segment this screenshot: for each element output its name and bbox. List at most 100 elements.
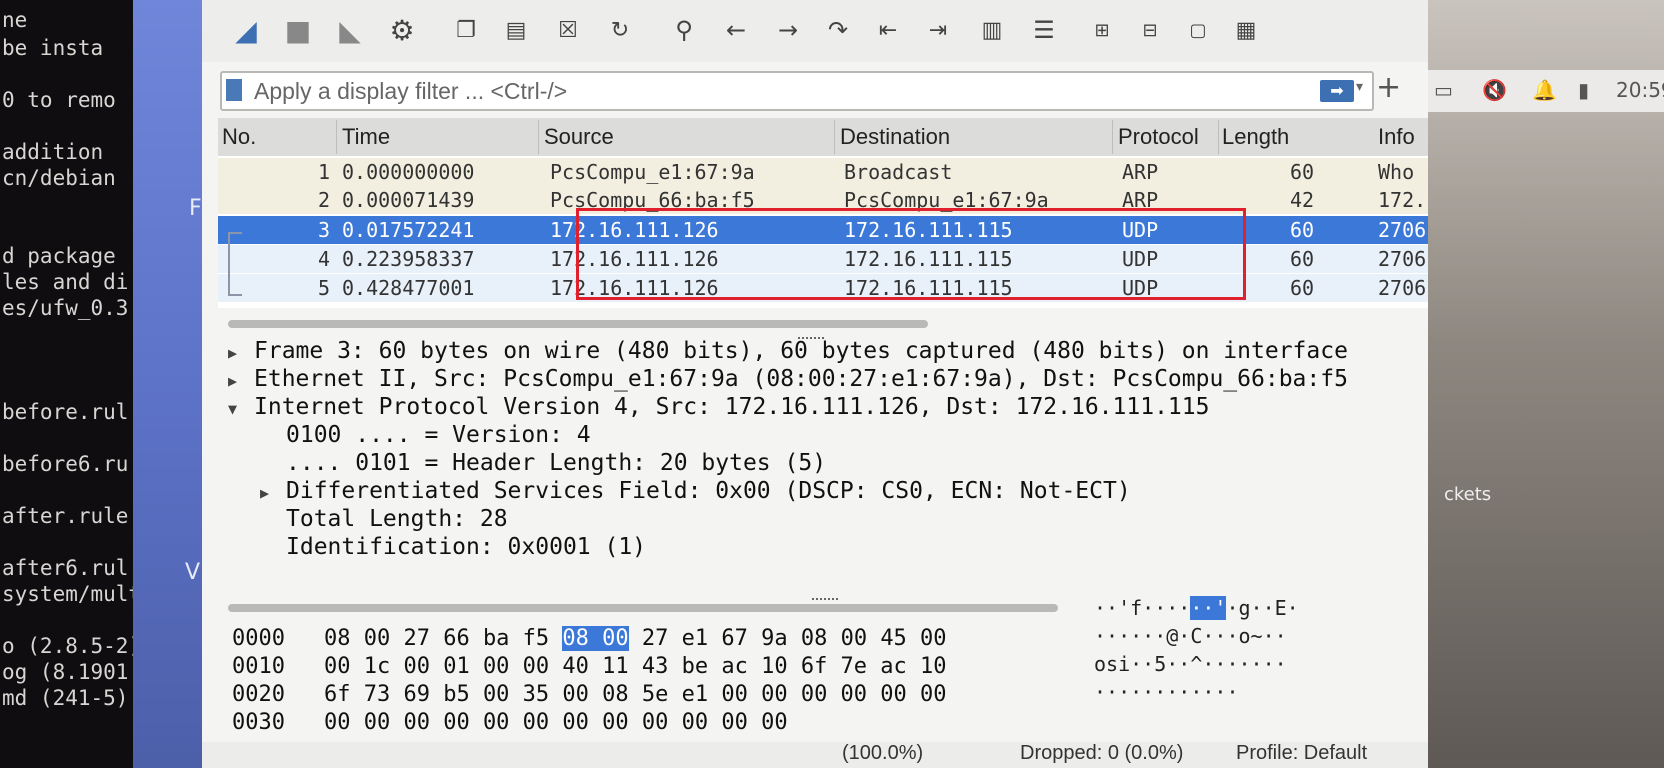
- column-source[interactable]: Source: [544, 124, 614, 150]
- ascii-row[interactable]: ············: [1094, 680, 1239, 704]
- column-time[interactable]: Time: [342, 124, 390, 150]
- byte-row[interactable]: 0030 00 00 00 00 00 00 00 00 00 00 00 00: [232, 710, 788, 735]
- terminal-line: og (8.1901.: [2, 660, 135, 684]
- go-to-packet-icon[interactable]: ↷: [818, 10, 858, 50]
- hex-bytes: 08 00 27 66 ba f5: [324, 626, 563, 651]
- packet-info: 172.: [1378, 188, 1427, 212]
- tree-item-frame[interactable]: ▶ Frame 3: 60 bytes on wire (480 bits), 6…: [228, 338, 1348, 364]
- main-toolbar: ◢ ■ ◣ ⚙ ❐ ▤ ☒ ↻ ⚲ ← → ↷ ⇤ ⇥ ▥ ☰ ⊞ ⊟ ▢ ▦: [202, 0, 1428, 62]
- packet-length: 60: [1290, 218, 1315, 242]
- open-file-icon[interactable]: ❐: [446, 10, 486, 50]
- tree-item-identification[interactable]: Identification: 0x0001 (1): [286, 534, 646, 560]
- normal-size-icon[interactable]: ▢: [1178, 10, 1218, 50]
- zoom-out-icon[interactable]: ⊟: [1130, 10, 1170, 50]
- ascii-row[interactable]: ··'f······'·g··E·: [1094, 596, 1299, 620]
- close-file-icon[interactable]: ☒: [548, 10, 588, 50]
- resize-columns-icon[interactable]: ▦: [1226, 10, 1266, 50]
- autoscroll-icon[interactable]: ▥: [972, 10, 1012, 50]
- annotation-highlight-box: [576, 208, 1246, 300]
- terminal-line: ne: [2, 8, 28, 32]
- battery-icon[interactable]: ▮: [1578, 78, 1589, 102]
- chevron-right-icon[interactable]: ▶: [260, 484, 286, 502]
- display-filter-input[interactable]: [252, 75, 1256, 107]
- chevron-right-icon[interactable]: ▶: [228, 344, 254, 362]
- last-packet-icon[interactable]: ⇥: [918, 10, 958, 50]
- status-packets-tail: (100.0%): [842, 742, 924, 764]
- byte-offset: 0000: [232, 626, 285, 651]
- terminal-line: before6.ru: [2, 452, 129, 476]
- go-forward-icon[interactable]: →: [768, 10, 808, 50]
- window-icon[interactable]: ▭: [1434, 78, 1453, 102]
- display-filter-bar: ➡ ▾: [220, 71, 1374, 111]
- packet-length: 60: [1290, 160, 1315, 184]
- terminal-line: be insta: [2, 36, 104, 60]
- zoom-in-icon[interactable]: ⊞: [1082, 10, 1122, 50]
- column-length[interactable]: Length: [1222, 124, 1289, 150]
- byte-row[interactable]: 0020 6f 73 69 b5 00 35 00 08 5e e1 00 00 …: [232, 682, 947, 707]
- terminal-line: after6.rul: [2, 556, 129, 580]
- tree-item-label: Ethernet II, Src: PcsCompu_e1:67:9a (08:…: [254, 366, 1348, 392]
- bell-icon[interactable]: 🔔: [1532, 78, 1557, 102]
- desktop-background: Fi VB: [133, 0, 215, 768]
- bookmark-icon[interactable]: [226, 79, 242, 101]
- column-info[interactable]: Info: [1378, 124, 1415, 150]
- tree-item-dsfield[interactable]: ▶ Differentiated Services Field: 0x00 (DS…: [260, 478, 1131, 504]
- column-no[interactable]: No.: [222, 124, 256, 150]
- tree-item-total-length[interactable]: Total Length: 28: [286, 506, 508, 532]
- hex-bytes: 00 00 00 00 00 00 00 00 00 00 00 00: [324, 710, 788, 735]
- terminal-line: cn/debian: [2, 166, 116, 190]
- terminal-line: md (241-5): [2, 686, 129, 710]
- hex-bytes: 6f 73 69 b5 00 35 00 08 5e e1 00 00 00 0…: [324, 682, 947, 707]
- apply-filter-icon[interactable]: ➡: [1320, 80, 1354, 102]
- packet-time: 0.000000000: [342, 160, 475, 184]
- status-bar: (100.0%) Dropped: 0 (0.0%) Profile: Defa…: [202, 742, 1428, 768]
- save-file-icon[interactable]: ▤: [496, 10, 536, 50]
- packet-info: 2706: [1378, 247, 1427, 271]
- go-back-icon[interactable]: ←: [716, 10, 756, 50]
- packet-row[interactable]: 1 0.000000000 PcsCompu_e1:67:9a Broadcas…: [218, 158, 1428, 186]
- ascii-row[interactable]: osi··5··^·······: [1094, 652, 1287, 676]
- capture-options-icon[interactable]: ⚙: [382, 10, 422, 50]
- packet-bytes-pane: 0000 08 00 27 66 ba f5 08 00 27 e1 67 9a …: [218, 596, 1428, 736]
- background-text: ckets: [1444, 484, 1492, 505]
- byte-offset: 0020: [232, 682, 285, 707]
- right-background: ckets: [1428, 0, 1664, 768]
- terminal-line: addition: [2, 140, 104, 164]
- ascii-text-highlighted: ··': [1190, 596, 1227, 620]
- find-packet-icon[interactable]: ⚲: [664, 10, 704, 50]
- byte-row[interactable]: 0000 08 00 27 66 ba f5 08 00 27 e1 67 9a …: [232, 626, 947, 651]
- terminal-line: after.rule: [2, 504, 129, 528]
- mute-icon[interactable]: 🔇: [1482, 78, 1507, 102]
- tree-item-version[interactable]: 0100 .... = Version: 4: [286, 422, 591, 448]
- terminal-line: system/mult: [2, 582, 135, 606]
- chevron-down-icon[interactable]: ▾: [1356, 79, 1363, 95]
- add-filter-button[interactable]: +: [1376, 70, 1401, 105]
- packet-no: 4: [318, 247, 331, 271]
- colorize-icon[interactable]: ☰: [1024, 10, 1064, 50]
- terminal-line: before.rul: [2, 400, 129, 424]
- restart-capture-icon[interactable]: ◣: [330, 10, 370, 50]
- packet-protocol: ARP: [1122, 160, 1159, 184]
- packet-source: PcsCompu_e1:67:9a: [550, 160, 755, 184]
- packet-time: 0.017572241: [342, 218, 475, 242]
- shark-fin-start-icon[interactable]: ◢: [226, 10, 266, 50]
- tree-item-label: Differentiated Services Field: 0x00 (DSC…: [286, 478, 1131, 504]
- tree-item-header-length[interactable]: .... 0101 = Header Length: 20 bytes (5): [286, 450, 826, 476]
- chevron-right-icon[interactable]: ▶: [228, 372, 254, 390]
- column-destination[interactable]: Destination: [840, 124, 950, 150]
- column-protocol[interactable]: Protocol: [1118, 124, 1199, 150]
- reload-file-icon[interactable]: ↻: [600, 10, 640, 50]
- tree-item-ethernet[interactable]: ▶ Ethernet II, Src: PcsCompu_e1:67:9a (08…: [228, 366, 1348, 392]
- packet-info: Who: [1378, 160, 1415, 184]
- stop-capture-icon[interactable]: ■: [278, 10, 318, 50]
- ascii-row[interactable]: ······@·C···o~··: [1094, 624, 1287, 648]
- packet-time: 0.000071439: [342, 188, 475, 212]
- chevron-down-icon[interactable]: ▼: [228, 400, 254, 418]
- status-profile[interactable]: Profile: Default: [1236, 742, 1367, 765]
- tree-item-ip[interactable]: ▼ Internet Protocol Version 4, Src: 172.1…: [228, 394, 1209, 420]
- first-packet-icon[interactable]: ⇤: [868, 10, 908, 50]
- wireshark-window: ◢ ■ ◣ ⚙ ❐ ▤ ☒ ↻ ⚲ ← → ↷ ⇤ ⇥ ▥ ☰ ⊞ ⊟ ▢ ▦ …: [202, 0, 1428, 768]
- byte-row[interactable]: 0010 00 1c 00 01 00 00 40 11 43 be ac 10 …: [232, 654, 947, 679]
- terminal-line: d package: [2, 244, 116, 268]
- packet-length: 60: [1290, 247, 1315, 271]
